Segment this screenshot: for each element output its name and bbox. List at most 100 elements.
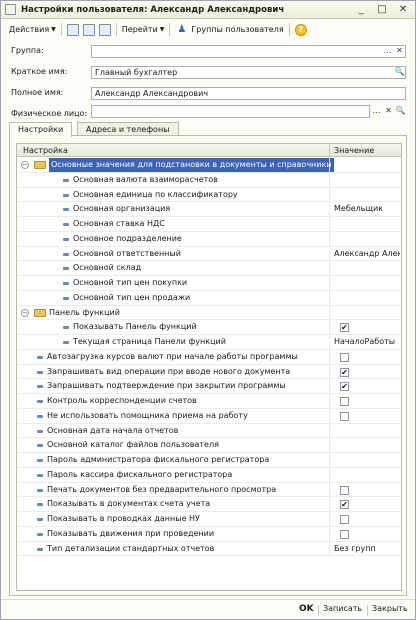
user-groups-button[interactable]: ♟ Группы пользователя [173,22,285,38]
save-button[interactable]: Записать [323,604,362,613]
search-icon[interactable]: 🔍 [394,66,405,78]
table-row[interactable]: Основная валюта взаиморасчетов [17,172,401,188]
setting-value[interactable]: Без групп [334,542,400,556]
setting-label: Текущая страница Панели функций [73,337,226,346]
checkbox-checked[interactable]: ✔ [340,382,349,392]
tab-addresses-phones[interactable]: Адреса и телефоны [77,122,179,136]
column-divider [329,305,330,320]
refresh-icon[interactable] [98,23,111,36]
tree-group-row[interactable]: − Основные значения для подстановки в док… [17,158,401,173]
setting-item-icon [37,518,43,521]
column-header-value[interactable]: Значение [334,144,374,157]
table-row[interactable]: Пароль администратора фискального регист… [17,453,401,468]
setting-label: Не использовать помощника приема на рабо… [47,410,248,420]
table-row[interactable]: Запрашивать вид операции при вводе новог… [17,364,401,380]
checkbox-checked[interactable]: ✔ [340,500,349,510]
settings-grid[interactable]: Настройка Значение − Основные значения дл… [16,143,402,591]
column-divider [329,349,330,364]
physical-person-field[interactable] [91,105,370,118]
full-name-field[interactable]: Александр Александрович [91,87,406,100]
table-row[interactable]: Основной склад [17,261,401,276]
clear-icon[interactable]: ✕ [394,45,405,57]
footer-separator [367,605,368,616]
table-row[interactable]: Основная дата начала отчетов [17,423,401,439]
checkbox-unchecked[interactable] [340,515,349,524]
search-icon[interactable]: 🔍 [395,105,406,117]
column-divider [329,394,330,408]
folder-icon [34,161,46,169]
help-icon[interactable]: ? [294,23,307,36]
setting-label: Основной тип цен продажи [73,292,191,302]
short-name-field[interactable]: Главный бухгалтер [91,66,406,79]
table-row[interactable]: Текущая страница Панели функций НачалоРаб… [17,335,401,350]
ok-button[interactable]: OK [299,604,314,614]
collapse-icon[interactable]: − [21,161,29,169]
full-name-label: Полное имя: [11,88,64,97]
table-row[interactable]: Показывать Панель функций ✔ [17,320,401,335]
setting-label: Основная организация [73,204,171,214]
setting-label: Автозагрузка курсов валют при начале раб… [47,351,298,361]
table-row[interactable]: Автозагрузка курсов валют при начале раб… [17,349,401,365]
table-row[interactable]: Печать документов без предварительного п… [17,482,401,498]
minimize-icon[interactable]: _ [355,3,367,16]
table-row[interactable]: Основная организация Мебельщик [17,202,401,217]
setting-value[interactable]: Александр Алек... [334,247,400,261]
table-row[interactable]: Основная ставка НДС [17,217,401,232]
group-field[interactable] [91,45,406,58]
setting-item-icon [37,414,43,418]
save-icon[interactable] [82,23,95,36]
table-row[interactable]: Основной тип цен покупки [17,276,401,291]
table-row[interactable]: Основной каталог файлов пользователя [17,438,401,453]
checkbox-unchecked[interactable] [340,397,349,406]
column-divider [329,187,330,202]
maximize-icon[interactable]: □ [376,3,388,16]
save-close-icon[interactable] [66,23,79,36]
column-divider [329,423,330,438]
setting-label: Основной каталог файлов пользователя [47,440,219,450]
checkbox-unchecked[interactable] [340,529,349,539]
setting-label: Тип детализации стандартных отчетов [47,543,215,553]
setting-item-icon [37,488,43,492]
column-divider [329,231,330,246]
checkbox-unchecked[interactable] [340,411,349,421]
column-divider [329,497,330,511]
checkbox-unchecked[interactable] [340,352,349,362]
ellipsis-icon[interactable]: … [371,105,382,117]
table-row[interactable]: Запрашивать подтверждение при закрытии п… [17,379,401,394]
clear-icon[interactable]: ✕ [383,105,394,117]
close-icon[interactable]: ✕ [397,3,409,16]
column-divider [329,261,330,275]
toolbar-separator [60,23,62,36]
setting-label: Показывать Панель функций [73,322,197,332]
table-row[interactable]: Показывать в проводках данные НУ [17,512,401,527]
column-divider [329,438,330,452]
table-row[interactable]: Показывать в документах счета учета ✔ [17,497,401,512]
table-row[interactable]: Основное подразделение [17,231,401,247]
setting-value[interactable]: НачалоРаботы [334,335,400,349]
table-row[interactable]: Основная единица по классификатору [17,187,401,203]
table-row[interactable]: Пароль кассира фискального регистратора [17,467,401,483]
collapse-icon[interactable]: − [21,308,29,317]
table-row[interactable]: Показывать движения при проведении [17,526,401,542]
table-row[interactable]: Основной тип цен продажи [17,290,401,306]
tab-settings[interactable]: Настройки [9,122,73,137]
setting-item-icon [37,444,43,448]
setting-value[interactable]: Мебельщик [334,202,400,216]
grid-header: Настройка Значение [17,144,401,157]
table-row[interactable]: Тип детализации стандартных отчетов Без г… [17,541,401,557]
tree-group-row[interactable]: − Панель функций [17,305,401,321]
close-button[interactable]: Закрыть [372,604,408,613]
checkbox-unchecked[interactable] [340,485,349,495]
column-header-setting[interactable]: Настройка [23,144,68,157]
table-row[interactable]: Не использовать помощника приема на рабо… [17,408,401,424]
physical-person-label: Физическое лицо: [11,109,88,118]
table-row[interactable]: Основной ответственный Александр Алек... [17,246,401,262]
setting-label: Основные значения для подстановки в доку… [49,158,334,172]
ellipsis-icon[interactable]: … [382,45,393,57]
footer-separator [318,605,319,616]
checkbox-checked[interactable]: ✔ [340,367,349,377]
checkbox-checked[interactable]: ✔ [340,323,349,333]
goto-menu-button[interactable]: Перейти ▼ [120,22,167,38]
actions-menu-button[interactable]: Действия ▼ [7,22,58,38]
table-row[interactable]: Контроль корреспонденции счетов [17,394,401,409]
